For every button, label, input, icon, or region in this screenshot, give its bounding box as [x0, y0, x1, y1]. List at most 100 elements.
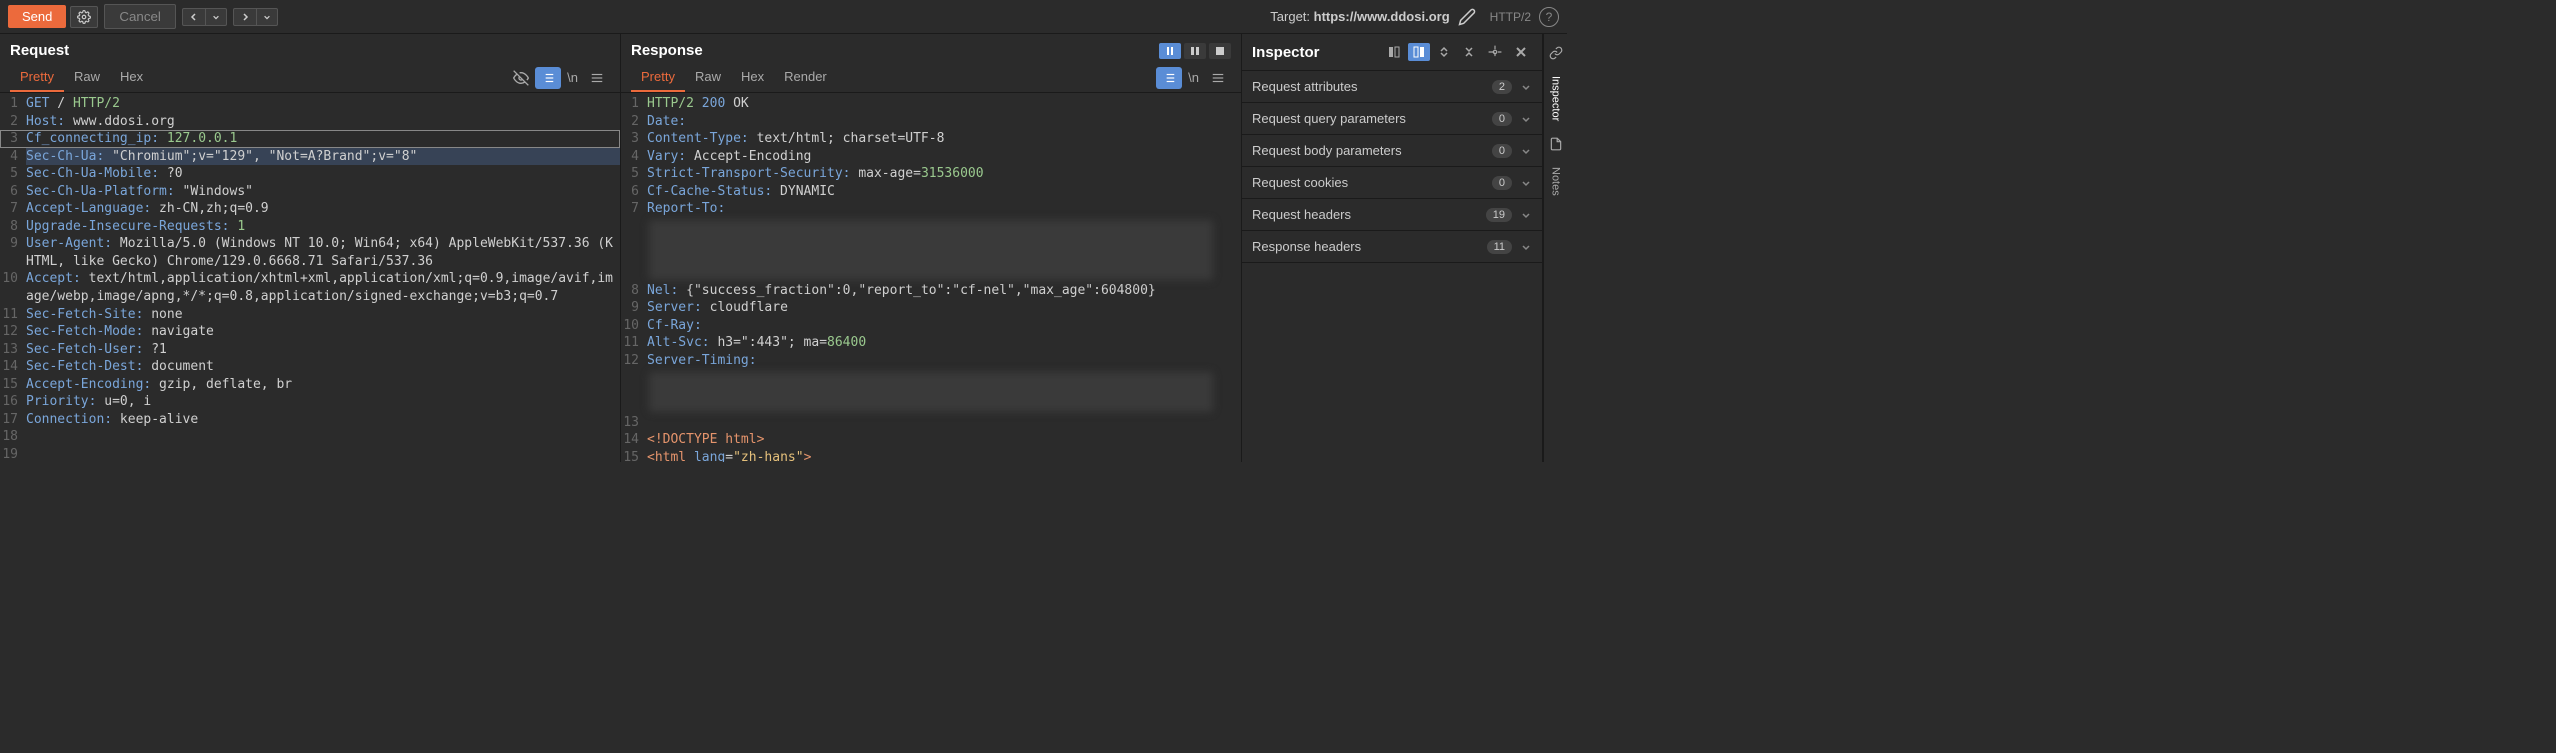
history-back-button[interactable]: [182, 8, 206, 26]
code-line[interactable]: 16Priority: u=0, i: [0, 393, 620, 411]
code-line[interactable]: 9User-Agent: Mozilla/5.0 (Windows NT 10.…: [0, 235, 620, 270]
tab-pretty[interactable]: Pretty: [10, 63, 64, 92]
code-line[interactable]: 15<html lang="zh-hans">: [621, 449, 1241, 462]
cancel-button[interactable]: Cancel: [104, 4, 176, 29]
tab-raw[interactable]: Raw: [685, 63, 731, 92]
inspector-view-2[interactable]: [1408, 43, 1430, 61]
code-line[interactable]: 1GET / HTTP/2: [0, 95, 620, 113]
line-number: 4: [621, 148, 647, 166]
inspector-collapse[interactable]: [1458, 43, 1480, 61]
line-number: 17: [0, 411, 26, 429]
response-newline-button[interactable]: \n: [1182, 66, 1205, 89]
side-link-icon[interactable]: [1547, 40, 1565, 66]
inspector-section[interactable]: Response headers11: [1242, 231, 1542, 263]
code-content: Connection: keep-alive: [26, 411, 620, 429]
send-dropdown-button[interactable]: [70, 6, 98, 28]
side-tab-notes[interactable]: Notes: [1548, 157, 1564, 206]
line-number: 3: [621, 130, 647, 148]
help-button[interactable]: ?: [1539, 7, 1559, 27]
request-editor[interactable]: 1GET / HTTP/22Host: www.ddosi.org3Cf_con…: [0, 93, 620, 462]
newline-button[interactable]: \n: [561, 66, 584, 89]
code-line[interactable]: 13Sec-Fetch-User: ?1: [0, 341, 620, 359]
history-forward-menu[interactable]: [257, 8, 278, 26]
pause-button[interactable]: [1159, 43, 1181, 59]
code-line[interactable]: 9Server: cloudflare: [621, 299, 1241, 317]
history-back-menu[interactable]: [206, 8, 227, 26]
inspector-section[interactable]: Request attributes2: [1242, 71, 1542, 103]
code-line[interactable]: 6Sec-Ch-Ua-Platform: "Windows": [0, 183, 620, 201]
response-menu-button[interactable]: [1205, 67, 1231, 89]
code-content: Priority: u=0, i: [26, 393, 620, 411]
code-content: User-Agent: Mozilla/5.0 (Windows NT 10.0…: [26, 235, 620, 270]
chevron-down-icon: [263, 13, 271, 21]
eye-off-icon: [513, 70, 529, 86]
inspector-close[interactable]: [1510, 43, 1532, 61]
code-line[interactable]: 1HTTP/2 200 OK: [621, 95, 1241, 113]
layout-icon: [1388, 46, 1400, 58]
square-icon: [1215, 46, 1225, 56]
edit-target-button[interactable]: [1458, 8, 1476, 26]
code-line[interactable]: 5Strict-Transport-Security: max-age=3153…: [621, 165, 1241, 183]
code-line[interactable]: 3Content-Type: text/html; charset=UTF-8: [621, 130, 1241, 148]
response-editor[interactable]: 1HTTP/2 200 OK2Date:3Content-Type: text/…: [621, 93, 1241, 462]
chevron-down-icon: [1520, 81, 1532, 93]
code-line[interactable]: 12Server-Timing:: [621, 352, 1241, 370]
side-notes-icon[interactable]: [1547, 131, 1565, 157]
count-badge: 0: [1492, 144, 1512, 158]
code-line[interactable]: 6Cf-Cache-Status: DYNAMIC: [621, 183, 1241, 201]
code-content: Accept-Language: zh-CN,zh;q=0.9: [26, 200, 620, 218]
format-button[interactable]: [535, 67, 561, 89]
code-content: Cf-Ray:: [647, 317, 1241, 335]
history-forward-button[interactable]: [233, 8, 257, 26]
side-tab-inspector[interactable]: Inspector: [1548, 66, 1564, 131]
code-line[interactable]: 19: [0, 446, 620, 462]
tab-hex[interactable]: Hex: [731, 63, 774, 92]
tab-pretty[interactable]: Pretty: [631, 63, 685, 92]
line-number: 14: [621, 431, 647, 449]
code-line[interactable]: 7Report-To:: [621, 200, 1241, 218]
code-line[interactable]: 15Accept-Encoding: gzip, deflate, br: [0, 376, 620, 394]
hide-icon[interactable]: [507, 66, 535, 90]
code-line[interactable]: 7Accept-Language: zh-CN,zh;q=0.9: [0, 200, 620, 218]
code-line[interactable]: 5Sec-Ch-Ua-Mobile: ?0: [0, 165, 620, 183]
inspector-expand[interactable]: [1433, 43, 1455, 61]
inspector-section[interactable]: Request cookies0: [1242, 167, 1542, 199]
code-content: Server-Timing:: [647, 352, 1241, 370]
inspector-section[interactable]: Request headers19: [1242, 199, 1542, 231]
code-line[interactable]: 3Cf_connecting_ip: 127.0.0.1: [0, 130, 620, 148]
inspector-section[interactable]: Request body parameters0: [1242, 135, 1542, 167]
code-line[interactable]: 8Nel: {"success_fraction":0,"report_to":…: [621, 282, 1241, 300]
code-content: Accept-Encoding: gzip, deflate, br: [26, 376, 620, 394]
inspector-settings[interactable]: [1483, 42, 1507, 62]
code-line[interactable]: 18: [0, 428, 620, 446]
code-line[interactable]: 12Sec-Fetch-Mode: navigate: [0, 323, 620, 341]
gear-icon: [77, 10, 91, 24]
layout-split-button[interactable]: [1184, 43, 1206, 59]
code-line[interactable]: 4Vary: Accept-Encoding: [621, 148, 1241, 166]
inspector-view-1[interactable]: [1383, 43, 1405, 61]
layout-full-button[interactable]: [1209, 43, 1231, 59]
code-line[interactable]: 2Date:: [621, 113, 1241, 131]
line-number: 14: [0, 358, 26, 376]
code-line[interactable]: 14<!DOCTYPE html>: [621, 431, 1241, 449]
code-content: Sec-Fetch-User: ?1: [26, 341, 620, 359]
tab-hex[interactable]: Hex: [110, 63, 153, 92]
inspector-section[interactable]: Request query parameters0: [1242, 103, 1542, 135]
code-line[interactable]: 11Sec-Fetch-Site: none: [0, 306, 620, 324]
code-line[interactable]: 14Sec-Fetch-Dest: document: [0, 358, 620, 376]
line-number: 6: [0, 183, 26, 201]
tab-raw[interactable]: Raw: [64, 63, 110, 92]
target-label: Target: https://www.ddosi.org: [1270, 9, 1449, 24]
tab-render[interactable]: Render: [774, 63, 837, 92]
code-line[interactable]: 17Connection: keep-alive: [0, 411, 620, 429]
code-line[interactable]: 13: [621, 414, 1241, 432]
code-line[interactable]: 4Sec-Ch-Ua: "Chromium";v="129", "Not=A?B…: [0, 148, 620, 166]
response-format-button[interactable]: [1156, 67, 1182, 89]
code-line[interactable]: 2Host: www.ddosi.org: [0, 113, 620, 131]
send-button[interactable]: Send: [8, 5, 66, 28]
code-line[interactable]: 10Cf-Ray:: [621, 317, 1241, 335]
code-line[interactable]: 10Accept: text/html,application/xhtml+xm…: [0, 270, 620, 305]
code-line[interactable]: 11Alt-Svc: h3=":443"; ma=86400: [621, 334, 1241, 352]
request-menu-button[interactable]: [584, 67, 610, 89]
code-line[interactable]: 8Upgrade-Insecure-Requests: 1: [0, 218, 620, 236]
